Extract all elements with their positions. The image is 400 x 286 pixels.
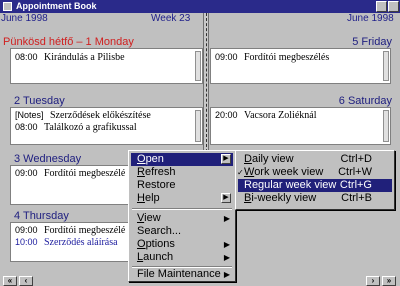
menu-item-search[interactable]: Search... (131, 225, 233, 238)
last-page-button[interactable]: » (382, 276, 396, 286)
appointment-entry[interactable]: 20:00 Vacsora Zoliéknál (215, 110, 316, 121)
scrollbar[interactable] (195, 110, 201, 142)
right-month: June 1998 (347, 13, 394, 24)
submenu-arrow-icon: ▶ (223, 270, 230, 279)
menu-item-open[interactable]: Open ▶ (131, 153, 233, 166)
next-page-button[interactable]: › (366, 276, 380, 286)
submenu-arrow-icon: ▶ (221, 193, 231, 203)
appointment-entry[interactable]: 09:00 Fordítói megbeszélé (15, 168, 125, 179)
appointment-entry[interactable]: 09:00 Fordítói megbeszélé (15, 225, 125, 236)
check-mark-icon: ✓ (237, 168, 244, 177)
view-submenu[interactable]: Daily view Ctrl+D ✓ Work week view Ctrl+W R… (235, 150, 395, 210)
maximize-button[interactable] (388, 1, 399, 12)
appointment-entry[interactable]: 09:00 Fordítói megbeszélés (215, 52, 329, 63)
window-title: Appointment Book (16, 1, 97, 11)
menu-item-file-maintenance[interactable]: File Maintenance ▶ (131, 268, 233, 281)
appointment-entry[interactable]: 10:00 Szerződés aláírása (15, 237, 118, 248)
submenu-arrow-icon: ▶ (223, 214, 230, 223)
menu-item-regular-week-view[interactable]: Regular week view Ctrl+G (238, 179, 392, 192)
menu-item-work-week-view[interactable]: ✓ Work week view Ctrl+W (237, 166, 392, 179)
week-number: Week 23 (151, 13, 191, 24)
scrollbar[interactable] (383, 51, 389, 81)
menu-item-launch[interactable]: Launch ▶ (131, 251, 233, 264)
menu-item-help[interactable]: Help ▶ (131, 192, 233, 205)
scrollbar[interactable] (383, 110, 389, 142)
submenu-arrow-icon: ▶ (221, 154, 231, 164)
menu-item-options[interactable]: Options ▶ (131, 238, 233, 251)
menu-separator (132, 208, 232, 210)
title-bar[interactable]: Appointment Book (0, 0, 400, 13)
menu-item-restore[interactable]: Restore (131, 179, 233, 192)
menu-item-bi-weekly-view[interactable]: Bi-weekly view Ctrl+B (238, 192, 392, 205)
menu-item-view[interactable]: View ▶ (131, 212, 233, 225)
scrollbar[interactable] (195, 51, 201, 81)
day-panel-friday[interactable]: 09:00 Fordítói megbeszélés (210, 48, 391, 84)
context-menu[interactable]: Open ▶ Refresh Restore Help ▶ View ▶ Search… (128, 150, 236, 282)
day-panel-saturday[interactable]: 20:00 Vacsora Zoliéknál (210, 107, 391, 145)
day-panel-tuesday[interactable]: [Notes] Szerződések előkészítése 08:00 Tal… (10, 107, 203, 145)
minimize-button[interactable] (376, 1, 387, 12)
notes-entry[interactable]: [Notes] Szerződések előkészítése (15, 110, 151, 121)
submenu-arrow-icon: ▶ (223, 240, 230, 249)
app-icon[interactable] (3, 2, 12, 11)
day-panel-monday[interactable]: 08:00 Kirándulás a Pilisbe (10, 48, 203, 84)
submenu-arrow-icon: ▶ (223, 253, 230, 262)
appointment-entry[interactable]: 08:00 Találkozó a grafikussal (15, 122, 137, 133)
previous-page-button[interactable]: ‹ (19, 276, 33, 286)
appointment-entry[interactable]: 08:00 Kirándulás a Pilisbe (15, 52, 125, 63)
left-month: June 1998 (1, 13, 48, 24)
menu-item-daily-view[interactable]: Daily view Ctrl+D (238, 153, 392, 166)
first-page-button[interactable]: « (3, 276, 17, 286)
menu-item-refresh[interactable]: Refresh (131, 166, 233, 179)
